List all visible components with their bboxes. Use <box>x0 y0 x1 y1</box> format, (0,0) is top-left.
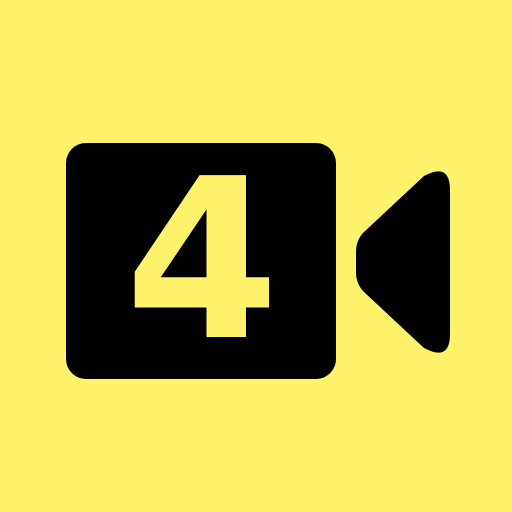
camera-digit-label: 4 <box>124 132 280 390</box>
app-icon[interactable]: 4 <box>0 0 512 512</box>
camera-lens-icon <box>356 171 450 353</box>
video-camera-icon: 4 <box>66 143 336 379</box>
